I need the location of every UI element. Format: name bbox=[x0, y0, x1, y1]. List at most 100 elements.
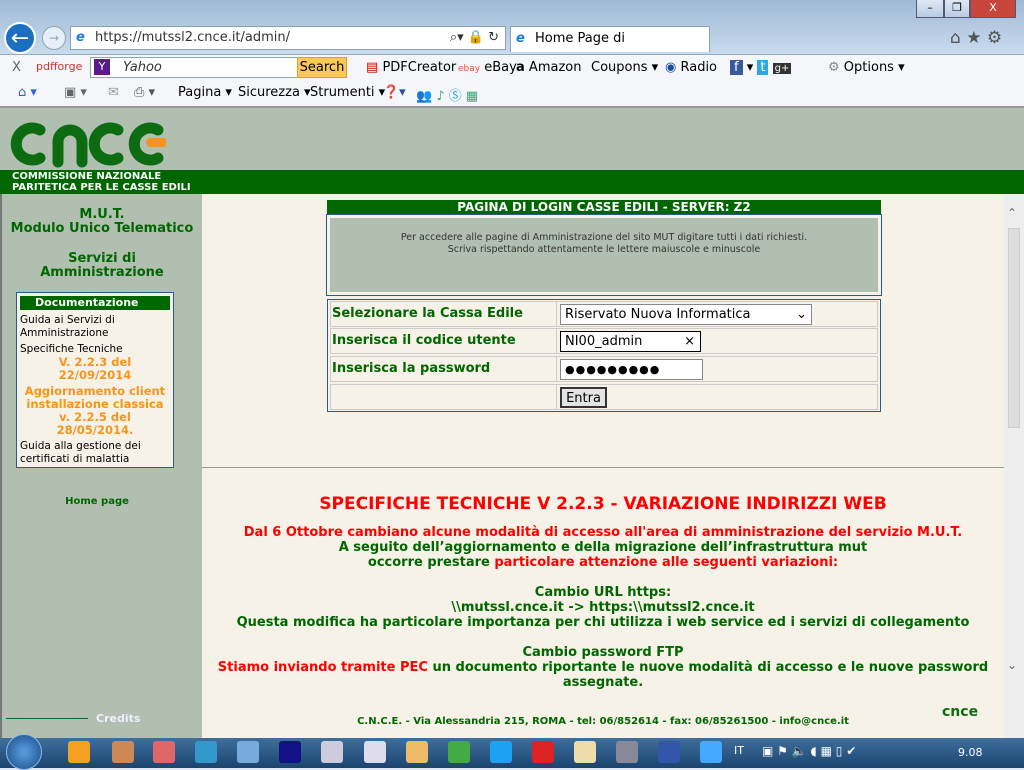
ie-active-icon[interactable] bbox=[700, 741, 722, 763]
notice-title: SPECIFICHE TECNICHE V 2.2.3 - VARIAZIONE… bbox=[319, 494, 887, 514]
close-window-button[interactable]: X bbox=[970, 0, 1016, 18]
cassa-select[interactable]: Riservato Nuova Informatica ⌄ bbox=[560, 304, 812, 325]
clear-icon[interactable]: × bbox=[684, 332, 695, 351]
documentation-heading: Documentazione bbox=[20, 296, 170, 310]
yahoo-icon: Y bbox=[94, 59, 110, 75]
sick-certificates-guide-link[interactable]: Guida alla gestione dei certificati di m… bbox=[17, 440, 173, 466]
org-name-band: COMMISSIONE NAZIONALE PARITETICA PER LE C… bbox=[0, 170, 1024, 194]
pdf-icon: ▤ bbox=[366, 60, 379, 75]
footer-cnce-logo: cnce bbox=[942, 704, 979, 720]
scroll-up-icon: ⌃ bbox=[1007, 206, 1018, 220]
radio-link[interactable]: ◉ Radio bbox=[665, 60, 717, 75]
ebay-link[interactable]: ebay eBay bbox=[458, 60, 517, 75]
org-line-2: PARITETICA PER LE CASSE EDILI bbox=[12, 182, 191, 193]
help-icon[interactable]: ❓▾ bbox=[383, 85, 406, 100]
tab-home-page[interactable]: eHome Page di Amministraz...× bbox=[510, 26, 710, 70]
notepad-icon[interactable] bbox=[364, 741, 386, 763]
footer-address: C.N.C.E. - Via Alessandria 215, ROMA - t… bbox=[357, 716, 849, 727]
services-title: Servizi di Amministrazione bbox=[40, 251, 164, 280]
options-menu[interactable]: ⚙ Options ▾ bbox=[828, 60, 905, 75]
home-favorites-settings-icons[interactable]: ⌂ ★ ⚙ bbox=[950, 28, 1002, 48]
credits-link[interactable]: Credits bbox=[96, 712, 140, 725]
gear-icon: ⚙ bbox=[828, 60, 840, 75]
login-info-box: Per accedere alle pagine di Amministrazi… bbox=[326, 214, 882, 296]
notice-p3: occorre prestare particolare attenzione … bbox=[367, 555, 839, 570]
coupons-menu[interactable]: Coupons ▾ bbox=[591, 60, 658, 75]
scroll-down-icon: ⌄ bbox=[1007, 658, 1018, 672]
ie-taskbar-icon[interactable] bbox=[195, 741, 217, 763]
specs-version-link[interactable]: V. 2.2.3 del 22/09/2014 bbox=[17, 356, 173, 382]
app-icon[interactable] bbox=[153, 741, 175, 763]
site-header bbox=[0, 108, 1024, 170]
user-label: Inserisca il codice utente bbox=[332, 333, 516, 348]
page-scrollbar[interactable]: ⌃ ⌄ bbox=[1004, 194, 1024, 738]
facebook-icon: f bbox=[730, 60, 743, 75]
mail-icon[interactable] bbox=[532, 741, 554, 763]
forward-button[interactable]: → bbox=[42, 26, 66, 50]
search-button[interactable]: Search bbox=[297, 57, 347, 78]
guide-link[interactable]: Guida ai Servizi di Amministrazione bbox=[17, 314, 173, 340]
search-lock-refresh-icons[interactable]: ⌕▾ 🔒 ↻ bbox=[450, 27, 499, 49]
command-bar: ⌂ ▾ ▣ ▾ ✉ ⎙ ▾ Pagina ▾ Sicurezza ▾ Strum… bbox=[0, 80, 1024, 108]
clock[interactable]: 9.08 bbox=[958, 746, 983, 759]
word-icon[interactable] bbox=[658, 741, 680, 763]
minimize-button[interactable]: – bbox=[916, 0, 944, 18]
notice-p1: Dal 6 Ottobre cambiano alcune modalità d… bbox=[243, 525, 963, 540]
tray-icons[interactable]: ▣ ⚑ 🔈 ◖ ▦ ▯ ✔ bbox=[762, 744, 856, 758]
app-icon[interactable] bbox=[112, 741, 134, 763]
cnce-logo bbox=[10, 122, 166, 168]
url-change: \\mutssl.cnce.it -> https:\\mutssl2.cnce… bbox=[451, 600, 755, 615]
radio-icon: ◉ bbox=[665, 60, 677, 75]
notice-p2: A seguito dell’aggiornamento e della mig… bbox=[338, 540, 868, 555]
social-icons[interactable]: f ▾ t g+ bbox=[730, 60, 792, 75]
login-form: Selezionare la Cassa Edile Riservato Nuo… bbox=[327, 299, 881, 412]
password-input[interactable]: ●●●●●●●●● bbox=[560, 359, 703, 380]
sicurezza-menu[interactable]: Sicurezza ▾ bbox=[238, 85, 311, 100]
back-button[interactable]: ← bbox=[4, 22, 36, 54]
home-page-link[interactable]: Home page bbox=[2, 496, 192, 507]
search-input[interactable]: Y Yahoo bbox=[90, 57, 298, 78]
pdfforge-logo: pdfforge bbox=[36, 60, 83, 73]
credits-arrow bbox=[6, 718, 88, 719]
mail-icon[interactable]: ✉ bbox=[108, 85, 119, 100]
calculator-icon[interactable] bbox=[321, 741, 343, 763]
org-line-1: COMMISSIONE NAZIONALE bbox=[12, 171, 162, 182]
ie-icon: e bbox=[76, 30, 85, 45]
ftp-note: Stiamo inviando tramite PEC un documento… bbox=[217, 660, 989, 690]
rss-icon[interactable]: ▣ ▾ bbox=[64, 85, 87, 100]
amazon-link[interactable]: a Amazon bbox=[516, 60, 581, 75]
media-player-icon[interactable] bbox=[68, 741, 90, 763]
strumenti-menu[interactable]: Strumenti ▾ bbox=[310, 85, 385, 100]
client-update-link[interactable]: Aggiornamento client installazione classi… bbox=[17, 385, 173, 437]
chrome-icon[interactable] bbox=[448, 741, 470, 763]
close-toolbar-button[interactable]: X bbox=[12, 60, 21, 75]
home-icon[interactable]: ⌂ ▾ bbox=[18, 85, 37, 100]
user-input[interactable]: NI00_admin × bbox=[560, 331, 701, 352]
skype-icon[interactable] bbox=[490, 741, 512, 763]
googleplus-icon: g+ bbox=[772, 63, 792, 74]
app-icon[interactable] bbox=[237, 741, 259, 763]
app-icon[interactable] bbox=[279, 741, 301, 763]
mut-title: M.U.T. Modulo Unico Telematico bbox=[10, 207, 194, 236]
login-submit-button[interactable]: Entra bbox=[560, 387, 607, 408]
windows-taskbar: IT ▣ ⚑ 🔈 ◖ ▦ ▯ ✔ 9.08 bbox=[0, 734, 1024, 770]
explorer-icon[interactable] bbox=[574, 741, 596, 763]
language-indicator[interactable]: IT bbox=[734, 744, 744, 757]
search-placeholder: Yahoo bbox=[123, 60, 162, 75]
toolbar-addons: X pdfforge Y Yahoo Search ▤ PDFCreator eb… bbox=[0, 54, 1024, 80]
scroll-thumb[interactable] bbox=[1008, 228, 1020, 428]
pdfcreator-link[interactable]: ▤ PDFCreator bbox=[366, 60, 456, 75]
maximize-button[interactable]: ❐ bbox=[944, 0, 970, 18]
cassa-label: Selezionare la Cassa Edile bbox=[332, 306, 523, 321]
print-icon[interactable]: ⎙ ▾ bbox=[134, 85, 155, 100]
twitter-icon: t bbox=[757, 60, 769, 75]
login-title: PAGINA DI LOGIN CASSE EDILI - SERVER: Z2 bbox=[327, 200, 881, 216]
app-icon[interactable] bbox=[406, 741, 428, 763]
pagina-menu[interactable]: Pagina ▾ bbox=[178, 85, 232, 100]
start-button[interactable] bbox=[6, 734, 42, 770]
amazon-icon: a bbox=[516, 60, 525, 75]
url-change-title: Cambio URL https: bbox=[534, 585, 672, 600]
addon-icons[interactable]: 👥 ♪ Ⓢ ▦ bbox=[416, 85, 478, 104]
address-bar[interactable]: e https://mutssl2.cnce.it/admin/ ⌕▾ 🔒 ↻ bbox=[70, 26, 506, 50]
app-icon[interactable] bbox=[616, 741, 638, 763]
